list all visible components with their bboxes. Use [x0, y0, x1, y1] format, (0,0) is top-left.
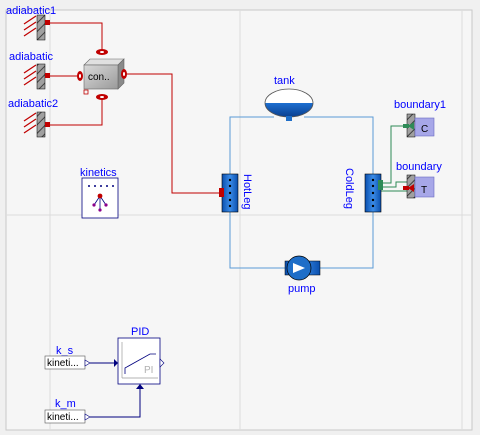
k-m-value: kineti... — [47, 412, 79, 423]
adiabatic1-label: adiabatic1 — [6, 5, 56, 17]
boundary1-label: boundary1 — [394, 99, 446, 111]
tank-label: tank — [274, 75, 295, 87]
adiabatic2-label: adiabatic2 — [8, 98, 58, 110]
coldleg-label: ColdLeg — [343, 168, 355, 209]
pid-label: PID — [131, 326, 149, 338]
kinetics-label: kinetics — [80, 167, 117, 179]
adiabatic-label: adiabatic — [9, 51, 54, 63]
k-s-label: k_s — [56, 345, 74, 357]
kinetics-component[interactable]: kinetics — [80, 167, 119, 219]
k-m-label: k_m — [55, 398, 76, 410]
boundary1-port-label: C — [421, 124, 428, 135]
k-s-value: kineti... — [47, 358, 79, 369]
boundary-label: boundary — [396, 161, 442, 173]
boundary-port-label: T — [421, 185, 427, 196]
pid-mode-label: PI — [144, 365, 153, 376]
hotleg-label: HotLeg — [241, 174, 253, 209]
diagram-canvas[interactable]: adiabatic1 adiabatic adiabatic2 con.. ta… — [0, 0, 480, 435]
hotleg-component[interactable]: HotLeg — [219, 173, 253, 213]
conduction-label: con.. — [88, 72, 110, 83]
pump-label: pump — [288, 283, 316, 295]
